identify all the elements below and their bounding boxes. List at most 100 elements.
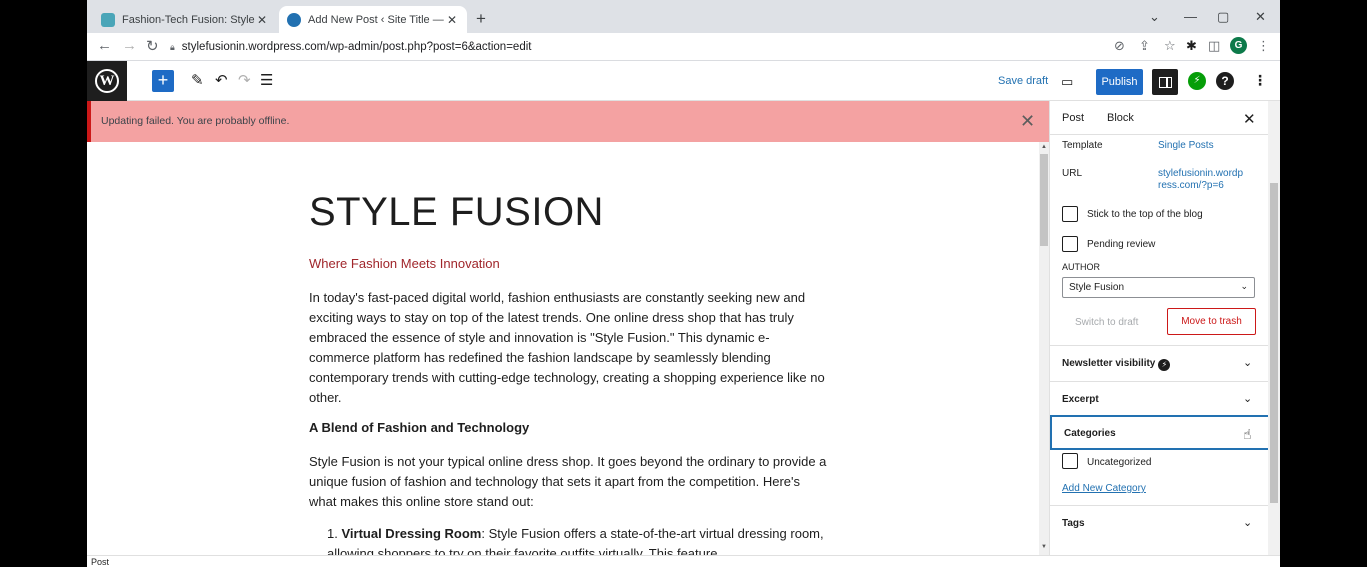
preview-device-icon[interactable]: ▭ (1061, 74, 1073, 90)
settings-sidebar-toggle[interactable] (1152, 69, 1178, 95)
notice-text: Updating failed. You are probably offlin… (101, 115, 290, 127)
tracking-protection-icon[interactable]: ⊘ (1114, 38, 1125, 54)
uncategorized-label: Uncategorized (1087, 457, 1152, 468)
back-arrow-icon[interactable]: ← (97, 37, 112, 54)
uncategorized-checkbox[interactable] (1062, 453, 1078, 469)
undo-icon[interactable]: ↶ (215, 71, 228, 89)
add-block-button[interactable]: + (152, 70, 174, 92)
close-window-button[interactable]: ✕ (1255, 9, 1266, 25)
chevron-down-icon: ⌄ (1243, 517, 1253, 529)
tab-fashion-tech[interactable]: Fashion-Tech Fusion: Style Revol ✕ (93, 6, 277, 33)
post-title[interactable]: STYLE FUSION (309, 190, 604, 235)
template-label: Template (1062, 140, 1103, 151)
url-line-2: ress.com/?p=6 (1158, 180, 1224, 191)
help-icon[interactable]: ? (1216, 72, 1234, 90)
close-sidebar-icon[interactable]: ✕ (1243, 110, 1256, 128)
newsletter-visibility-panel[interactable]: Newsletter visibility ⚡ ⌄ (1050, 345, 1270, 381)
site-favicon-icon (101, 12, 115, 27)
url-field[interactable]: 🔒︎ stylefusionin.wordpress.com/wp-admin/… (170, 37, 1080, 57)
tab-label: Add New Post ‹ Site Title — Wor (308, 13, 445, 26)
list-item[interactable]: 1. Virtual Dressing Room: Style Fusion o… (327, 524, 829, 555)
sticky-label: Stick to the top of the blog (1087, 209, 1203, 220)
side-panel-icon[interactable]: ◫ (1208, 38, 1220, 54)
restore-button[interactable]: ▢ (1217, 9, 1229, 25)
jetpack-icon[interactable]: ⚡ (1188, 72, 1206, 90)
redo-icon[interactable]: ↷ (238, 71, 251, 89)
author-select[interactable]: Style Fusion ⌄ (1062, 277, 1255, 298)
error-notice: Updating failed. You are probably offlin… (87, 101, 1049, 142)
move-to-trash-button[interactable]: Move to trash (1167, 308, 1256, 335)
save-draft-button[interactable]: Save draft (998, 75, 1048, 87)
pending-review-checkbox[interactable] (1062, 236, 1078, 252)
scroll-up-icon[interactable]: ▲ (1041, 144, 1047, 150)
switch-to-draft-button[interactable]: Switch to draft (1075, 317, 1138, 328)
panel-title: Excerpt (1062, 394, 1099, 405)
forward-arrow-icon[interactable]: → (122, 37, 137, 54)
pending-review-label: Pending review (1087, 239, 1156, 250)
wordpress-logo-icon: W (95, 69, 119, 93)
lock-icon[interactable]: 🔒︎ (170, 42, 175, 53)
new-tab-button[interactable]: + (476, 9, 486, 29)
panel-title-text: Newsletter visibility (1062, 358, 1156, 369)
chrome-menu-icon[interactable]: ⋮ (1257, 38, 1270, 54)
close-tab-icon[interactable]: ✕ (445, 13, 459, 27)
author-label: AUTHOR (1062, 262, 1100, 272)
reload-icon[interactable]: ↻ (146, 37, 159, 55)
paragraph-block[interactable]: Style Fusion is not your typical online … (309, 452, 829, 512)
publish-button[interactable]: Publish (1096, 69, 1143, 95)
share-icon[interactable]: ⇪ (1139, 38, 1150, 54)
address-bar: ← → ↻ 🔒︎ stylefusionin.wordpress.com/wp-… (87, 33, 1280, 61)
chevron-down-icon: ⌄ (1243, 357, 1253, 369)
chevron-down-icon: ⌄ (1243, 393, 1253, 405)
excerpt-panel[interactable]: Excerpt ⌄ (1050, 381, 1270, 417)
wordpress-logo-button[interactable]: W (87, 61, 127, 101)
tab-label: Fashion-Tech Fusion: Style Revol (122, 13, 255, 26)
more-options-icon[interactable]: ⋮ (1253, 72, 1267, 89)
dismiss-notice-icon[interactable]: ✕ (1020, 111, 1035, 132)
profile-avatar[interactable]: G (1230, 37, 1247, 54)
scrollbar-thumb[interactable] (1040, 154, 1048, 246)
extensions-puzzle-icon[interactable]: ✱ (1186, 38, 1197, 54)
editor-scrollbar[interactable]: ▲ ▼ (1039, 142, 1049, 555)
chevron-down-icon: ⌄ (1240, 281, 1248, 291)
list-number: 1. (327, 526, 338, 541)
scrollbar-thumb[interactable] (1270, 183, 1278, 503)
wordpress-favicon-icon (287, 12, 301, 27)
settings-sidebar: Post Block ✕ Template Single Posts URL s… (1049, 101, 1280, 555)
browser-window: Fashion-Tech Fusion: Style Revol ✕ Add N… (87, 0, 1280, 567)
panel-title: Newsletter visibility ⚡ (1062, 358, 1171, 371)
url-text: stylefusionin.wordpress.com/wp-admin/pos… (181, 41, 532, 53)
breadcrumb-item[interactable]: Post (91, 557, 109, 567)
scroll-down-icon[interactable]: ▼ (1041, 544, 1047, 550)
url-line-1: stylefusionin.wordp (1158, 168, 1244, 179)
paragraph-block[interactable]: In today's fast-paced digital world, fas… (309, 288, 829, 408)
edit-pencil-icon[interactable]: ✎ (191, 71, 204, 89)
bookmark-star-icon[interactable]: ☆ (1164, 38, 1176, 54)
document-overview-icon[interactable]: ☰ (260, 71, 273, 89)
tab-add-new-post[interactable]: Add New Post ‹ Site Title — Wor ✕ (279, 6, 467, 33)
sidebar-tabs: Post Block ✕ (1050, 101, 1270, 135)
add-new-category-link[interactable]: Add New Category (1062, 483, 1146, 495)
tab-search-icon[interactable]: ⌄ (1149, 9, 1160, 25)
sidebar-scrollbar[interactable] (1268, 101, 1280, 555)
list-item-bold: Virtual Dressing Room (341, 526, 482, 541)
heading-block[interactable]: A Blend of Fashion and Technology (309, 420, 529, 435)
close-tab-icon[interactable]: ✕ (255, 13, 269, 27)
jetpack-icon: ⚡ (1158, 359, 1171, 371)
tags-panel[interactable]: Tags ⌄ (1050, 505, 1270, 545)
editor-canvas[interactable]: STYLE FUSION Where Fashion Meets Innovat… (87, 142, 1039, 555)
editor-toolbar: W + ✎ ↶ ↷ ☰ Save draft ▭ Publish ⚡ ? ⋮ (87, 61, 1280, 101)
block-breadcrumb: Post (87, 555, 1280, 567)
minimize-button[interactable]: — (1184, 9, 1197, 24)
panel-title: Tags (1062, 518, 1085, 529)
template-value-link[interactable]: Single Posts (1158, 140, 1214, 152)
categories-panel[interactable]: Categories ☝ (1050, 415, 1270, 450)
sidebar-icon (1158, 76, 1172, 88)
post-url-link[interactable]: stylefusionin.wordp ress.com/?p=6 (1158, 168, 1243, 192)
tab-post[interactable]: Post (1062, 112, 1084, 124)
hand-cursor-icon: ☝ (1243, 426, 1252, 442)
post-subtitle[interactable]: Where Fashion Meets Innovation (309, 256, 500, 271)
sticky-checkbox[interactable] (1062, 206, 1078, 222)
tab-block[interactable]: Block (1107, 112, 1134, 124)
author-value: Style Fusion (1069, 282, 1125, 293)
